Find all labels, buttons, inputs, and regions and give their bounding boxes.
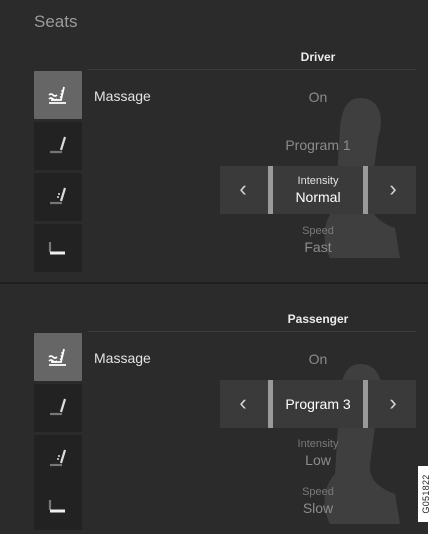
driver-massage-label: Massage: [94, 88, 151, 104]
passenger-backrest-tile[interactable]: [34, 384, 82, 432]
seat-backrest-icon: [50, 398, 67, 416]
page-title: Seats: [34, 12, 78, 31]
passenger-stepper-right-bar: [363, 380, 368, 428]
passenger-lumbar-tile[interactable]: [34, 435, 82, 483]
passenger-speed-value: Slow: [302, 500, 334, 516]
seats-screen: Seats Driver Massage On Program 1 ‹ Inte…: [0, 0, 428, 534]
driver-intensity-stepper: ‹ Intensity Normal ›: [220, 166, 416, 214]
passenger-massage-value[interactable]: On: [220, 350, 416, 368]
figure-code: G051822: [418, 466, 434, 522]
driver-lumbar-tile[interactable]: [34, 173, 82, 221]
passenger-speed-block[interactable]: Speed Slow: [220, 485, 416, 517]
passenger-massage-label: Massage: [94, 350, 151, 366]
seat-cushion-icon: [48, 500, 65, 513]
passenger-intensity-value: Low: [305, 452, 331, 468]
passenger-heading: Passenger: [287, 312, 349, 326]
seat-cushion-icon: [48, 242, 65, 255]
driver-speed-value: Fast: [304, 239, 332, 255]
driver-massage-tile[interactable]: [34, 71, 82, 119]
passenger-program-stepper: ‹ Program 3 ›: [220, 380, 416, 428]
driver-intensity-decrease-button[interactable]: ‹: [220, 166, 266, 214]
seat-massage-icon: [48, 86, 66, 104]
passenger-speed-label: Speed: [302, 486, 334, 498]
driver-intensity-label: Intensity: [297, 175, 339, 187]
driver-cushion-tile[interactable]: [34, 224, 82, 272]
passenger-intensity-block[interactable]: Intensity Low: [220, 437, 416, 469]
passenger-program-previous-button[interactable]: ‹: [220, 380, 266, 428]
figure-code-text: G051822: [421, 474, 431, 514]
driver-backrest-tile[interactable]: [34, 122, 82, 170]
passenger-heading-divider: [88, 331, 416, 332]
driver-speed-block[interactable]: Speed Fast: [220, 224, 416, 256]
seat-lumbar-icon: [50, 449, 67, 467]
passenger-program-next-button[interactable]: ›: [370, 380, 416, 428]
seat-backrest-icon: [50, 136, 67, 154]
passenger-massage-tile[interactable]: [34, 333, 82, 381]
passenger-cushion-tile[interactable]: [34, 482, 82, 530]
driver-speed-label: Speed: [302, 225, 334, 237]
seat-massage-icon: [48, 348, 66, 366]
section-divider: [0, 282, 428, 284]
driver-stepper-right-bar: [363, 166, 368, 214]
driver-heading-divider: [88, 69, 416, 70]
driver-stepper-left-bar: [268, 166, 273, 214]
driver-intensity-increase-button[interactable]: ›: [370, 166, 416, 214]
passenger-stepper-left-bar: [268, 380, 273, 428]
driver-massage-value[interactable]: On: [220, 88, 416, 106]
passenger-program-display: Program 3: [275, 380, 361, 428]
seat-lumbar-icon: [50, 187, 67, 205]
driver-program-value[interactable]: Program 1: [220, 136, 416, 154]
driver-intensity-display: Intensity Normal: [275, 166, 361, 214]
passenger-program-value: Program 3: [285, 396, 351, 412]
passenger-intensity-label: Intensity: [297, 438, 339, 450]
driver-intensity-value: Normal: [295, 189, 341, 205]
driver-heading: Driver: [300, 50, 336, 64]
